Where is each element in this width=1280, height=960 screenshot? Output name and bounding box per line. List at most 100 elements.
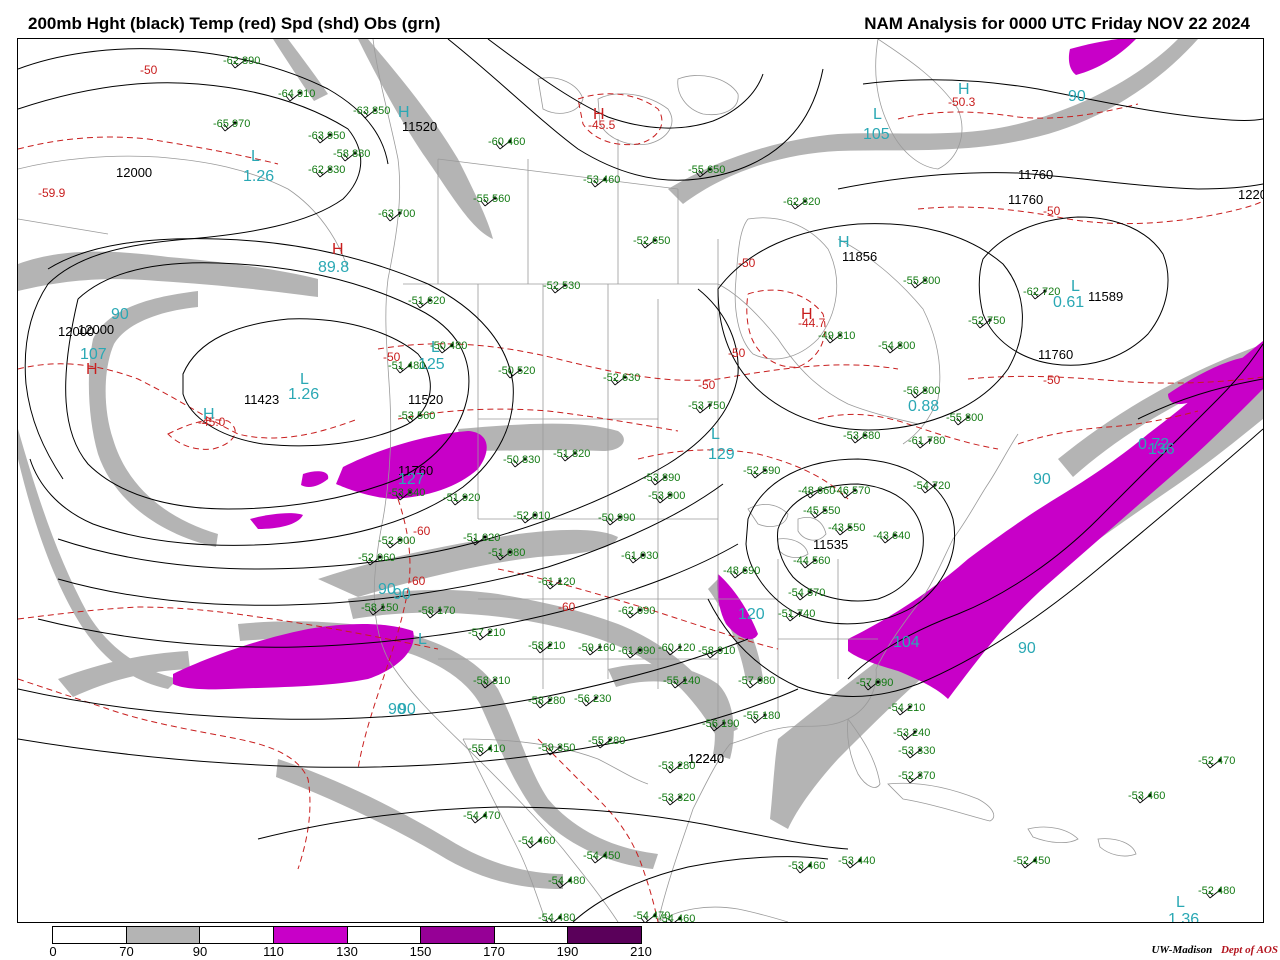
station-plot: -50 480 bbox=[430, 340, 467, 354]
station-temp-height: -61 090 bbox=[618, 645, 655, 657]
colorbar-segment bbox=[494, 927, 569, 943]
wind-speed-label: 90 bbox=[1033, 471, 1051, 488]
credit-line: UW-Madison Dept of AOS bbox=[1151, 944, 1278, 956]
wind-speed-label: 105 bbox=[863, 126, 890, 143]
station-temp-height: -57 090 bbox=[856, 677, 893, 689]
station-temp-height: -43 550 bbox=[828, 522, 865, 534]
station-temp-height: -52 470 bbox=[1198, 755, 1235, 767]
high-center-label: H bbox=[958, 81, 970, 98]
station-temp-height: -58 880 bbox=[333, 148, 370, 160]
temperature-label: -50 bbox=[698, 378, 716, 392]
wind-speed-label: 90 bbox=[398, 701, 416, 718]
station-temp-height: -53 440 bbox=[838, 855, 875, 867]
us-canada-border bbox=[403, 283, 919, 425]
station-plot: -58 280 bbox=[528, 695, 565, 709]
station-plot: -58 170 bbox=[418, 605, 455, 619]
station-plot: -53 460 bbox=[583, 174, 620, 188]
high-center-label: H bbox=[332, 241, 344, 258]
station-temp-height: -52 450 bbox=[1013, 855, 1050, 867]
jet-core-magenta bbox=[301, 471, 329, 487]
wind-speed-label: 0.88 bbox=[908, 398, 939, 415]
station-plot: -62 820 bbox=[783, 196, 820, 210]
station-temp-height: -62 820 bbox=[783, 196, 820, 208]
station-temp-height: -54 720 bbox=[913, 480, 950, 492]
station-plot: -61 030 bbox=[621, 550, 658, 564]
wind-speed-label: 90 bbox=[1018, 640, 1036, 657]
high-center-label: H bbox=[593, 106, 605, 123]
height-contour-label: 11520 bbox=[408, 392, 443, 407]
low-center-label: L bbox=[300, 371, 309, 388]
low-center-label: L bbox=[251, 148, 260, 165]
height-contour-label: 12000 bbox=[78, 322, 114, 337]
station-plot: -63 700 bbox=[378, 208, 415, 222]
station-plot: -60 460 bbox=[488, 136, 525, 150]
station-temp-height: -54 570 bbox=[788, 587, 825, 599]
station-temp-height: -53 900 bbox=[648, 490, 685, 502]
station-plot: -50 520 bbox=[498, 365, 535, 379]
station-temp-height: -43 640 bbox=[873, 530, 910, 542]
height-contour-label: 11760 bbox=[1018, 167, 1053, 182]
station-temp-height: -59 160 bbox=[578, 642, 615, 654]
station-temp-height: -55 800 bbox=[903, 275, 940, 287]
colorbar-segment bbox=[126, 927, 201, 943]
chart-title: 200mb Hght (black) Temp (red) Spd (shd) … bbox=[28, 14, 441, 33]
jet-core-magenta bbox=[173, 623, 414, 690]
height-contour-label: 11535 bbox=[813, 537, 848, 552]
wind-speed-colorbar bbox=[52, 926, 642, 944]
height-contour-label: 11423 bbox=[244, 392, 279, 407]
station-temp-height: -53 890 bbox=[643, 472, 680, 484]
temperature-label: -60 bbox=[413, 524, 431, 538]
wind-speed-label: 90 bbox=[1068, 88, 1086, 105]
station-plot: -45 550 bbox=[803, 505, 840, 519]
station-temp-height: -48 690 bbox=[723, 565, 760, 577]
height-contour-label: 11589 bbox=[1088, 289, 1123, 304]
station-plot: -55 280 bbox=[588, 735, 625, 749]
colorbar-tick-label: 130 bbox=[336, 944, 358, 959]
station-temp-height: -49 810 bbox=[818, 330, 855, 342]
station-temp-height: -53 280 bbox=[658, 760, 695, 772]
station-temp-height: -51 620 bbox=[408, 295, 445, 307]
station-temp-height: -64 910 bbox=[278, 88, 315, 100]
station-temp-height: -51 920 bbox=[443, 492, 480, 504]
station-plot: -43 640 bbox=[873, 530, 910, 544]
station-plot: -61 780 bbox=[908, 435, 945, 449]
station-temp-height: -54 800 bbox=[878, 340, 915, 352]
station-plot: -62 090 bbox=[618, 605, 655, 619]
colorbar-segment bbox=[273, 927, 348, 943]
station-temp-height: -60 120 bbox=[658, 642, 695, 654]
station-plot: -62 890 bbox=[223, 55, 260, 69]
height-contour bbox=[18, 48, 389, 165]
station-temp-height: -58 010 bbox=[698, 645, 735, 657]
valid-time-title: NAM Analysis for 0000 UTC Friday NOV 22 … bbox=[864, 14, 1250, 33]
station-plot: -62 830 bbox=[308, 164, 345, 178]
wind-speed-label: 90 bbox=[111, 306, 129, 323]
weather-map: 12000 12000 11423 11520 11760 11760 11856 11589… bbox=[17, 38, 1264, 923]
station-plot: -52 900 bbox=[378, 535, 415, 549]
jet-core-magenta bbox=[250, 513, 303, 529]
height-contour-label: 12200 bbox=[1238, 187, 1263, 202]
station-temp-height: -52 010 bbox=[513, 510, 550, 522]
station-plot: -50 830 bbox=[503, 454, 540, 468]
colorbar-tick-label: 190 bbox=[556, 944, 579, 959]
station-temp-height: -55 800 bbox=[946, 412, 983, 424]
colorbar-segment bbox=[200, 927, 274, 943]
jet-band-gray bbox=[18, 251, 318, 297]
station-plot: -53 680 bbox=[843, 430, 880, 444]
station-temp-height: -58 170 bbox=[418, 605, 455, 617]
station-plot: -55 650 bbox=[688, 164, 725, 178]
station-plot: -61 120 bbox=[538, 576, 575, 590]
station-temp-height: -65 970 bbox=[213, 118, 250, 130]
alaska bbox=[18, 155, 349, 270]
station-plot: -52 370 bbox=[898, 770, 935, 784]
station-plot: -49 810 bbox=[818, 330, 855, 344]
station-plot: -52 010 bbox=[513, 510, 550, 524]
station-plot: -58 210 bbox=[528, 640, 565, 654]
station-plot: -51 020 bbox=[463, 532, 500, 546]
station-plot: -55 800 bbox=[903, 275, 940, 289]
station-plot: -57 210 bbox=[468, 627, 505, 641]
station-plot: -52 630 bbox=[603, 372, 640, 386]
station-temp-height: -54 450 bbox=[583, 850, 620, 862]
station-plot: -50 990 bbox=[598, 512, 635, 526]
credit-department: Dept of AOS bbox=[1220, 944, 1278, 956]
station-temp-height: -44 560 bbox=[793, 555, 830, 567]
